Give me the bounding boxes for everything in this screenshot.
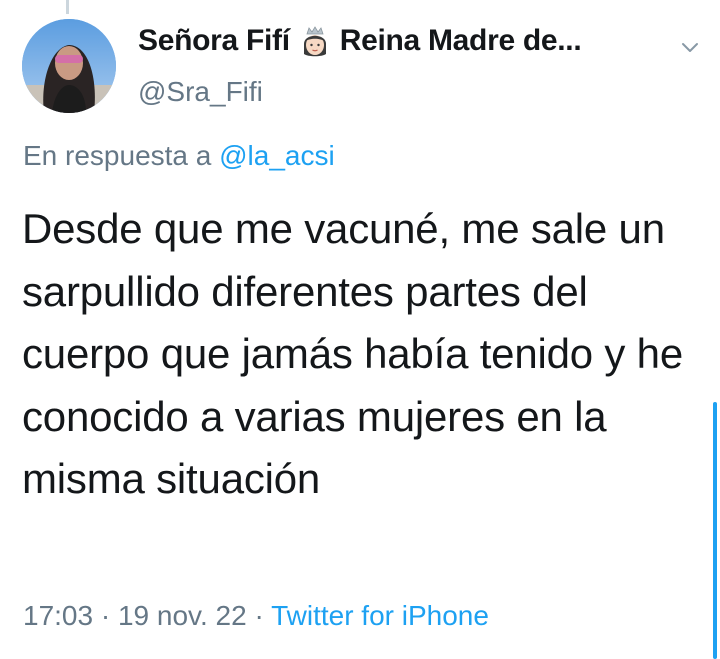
tweet-date[interactable]: 19 nov. 22 [118, 600, 247, 631]
user-handle[interactable]: @Sra_Fifi [138, 76, 263, 108]
display-name-suffix[interactable]: Reina Madre de... [340, 24, 582, 58]
meta-separator: · [254, 600, 264, 631]
chevron-down-icon[interactable] [678, 36, 702, 60]
reply-mention-link[interactable]: @la_acsi [219, 140, 335, 171]
tweet-source-link[interactable]: Twitter for iPhone [271, 600, 489, 631]
reply-prefix: En respuesta a [23, 140, 212, 171]
tweet-text: Desde que me vacuné, me sale un sarpulli… [22, 205, 683, 502]
avatar[interactable] [22, 19, 116, 113]
princess-emoji-icon [298, 24, 332, 58]
tweet-time[interactable]: 17:03 [23, 600, 93, 631]
tweet-meta: 17:03 · 19 nov. 22 · Twitter for iPhone [23, 600, 489, 632]
thread-connector-line [66, 0, 69, 14]
reply-context: En respuesta a @la_acsi [23, 140, 335, 172]
display-name[interactable]: Señora Fifí [138, 24, 290, 58]
scrollbar[interactable] [713, 402, 717, 659]
display-name-row[interactable]: Señora Fifí Reina Madre de... [138, 24, 582, 58]
meta-separator: · [100, 600, 111, 631]
